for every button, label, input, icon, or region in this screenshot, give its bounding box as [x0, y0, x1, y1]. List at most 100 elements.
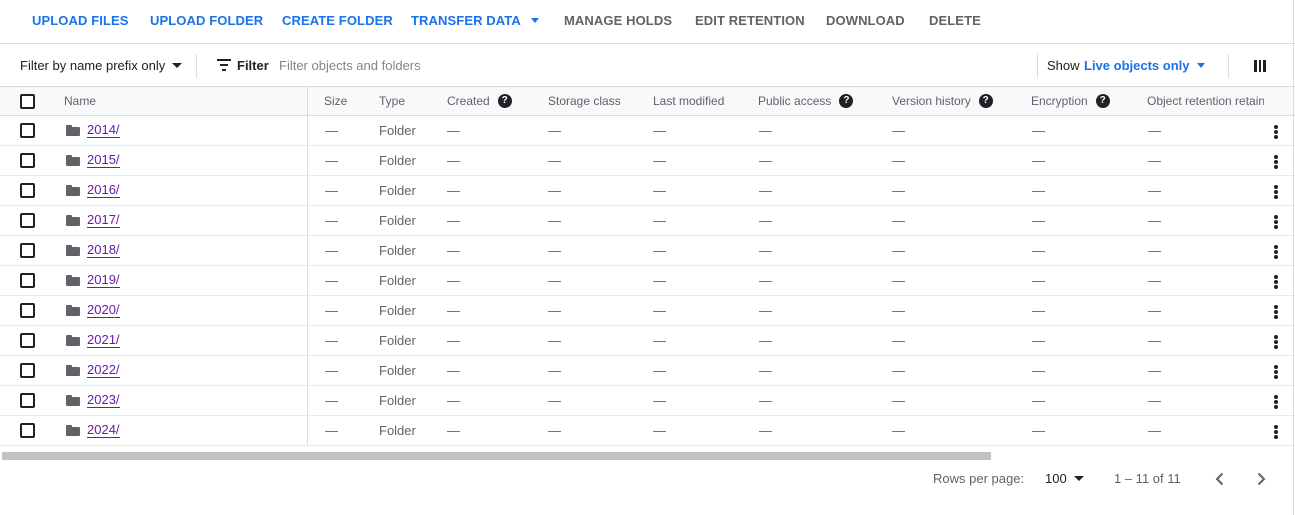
- public-access-cell: —: [759, 123, 772, 138]
- column-header-created-label: Created: [447, 94, 490, 108]
- help-icon[interactable]: ?: [497, 94, 512, 108]
- delete-button[interactable]: DELETE: [929, 13, 981, 28]
- row-checkbox[interactable]: [20, 423, 35, 438]
- row-checkbox[interactable]: [20, 333, 35, 348]
- more-actions-icon[interactable]: [1274, 305, 1278, 319]
- folder-name-link[interactable]: 2016/: [87, 183, 120, 198]
- column-header-name[interactable]: Name: [64, 94, 96, 108]
- scrollbar-thumb[interactable]: [2, 452, 991, 460]
- manage-holds-button[interactable]: MANAGE HOLDS: [564, 13, 672, 28]
- last-modified-cell: —: [653, 303, 666, 318]
- folder-name-link[interactable]: 2017/: [87, 213, 120, 228]
- folder-name-link[interactable]: 2014/: [87, 123, 120, 138]
- created-cell: —: [447, 393, 460, 408]
- column-header-encryption-label: Encryption: [1031, 94, 1088, 108]
- row-checkbox[interactable]: [20, 213, 35, 228]
- upload-files-button[interactable]: UPLOAD FILES: [32, 13, 129, 28]
- help-icon[interactable]: ?: [1095, 94, 1110, 108]
- more-actions-icon[interactable]: [1274, 395, 1278, 409]
- more-actions-icon[interactable]: [1274, 215, 1278, 229]
- row-checkbox[interactable]: [20, 243, 35, 258]
- folder-icon: [66, 245, 80, 256]
- table-row[interactable]: 2016/ — Folder — — — — — — —: [0, 176, 1295, 206]
- folder-name-link[interactable]: 2020/: [87, 303, 120, 318]
- horizontal-scrollbar[interactable]: [0, 452, 1295, 461]
- table-row[interactable]: 2020/ — Folder — — — — — — —: [0, 296, 1295, 326]
- filter-icon: [217, 59, 231, 71]
- row-checkbox[interactable]: [20, 273, 35, 288]
- column-header-object-retention[interactable]: Object retention retain: [1147, 94, 1264, 108]
- table-row[interactable]: 2021/ — Folder — — — — — — —: [0, 326, 1295, 356]
- table-row[interactable]: 2017/ — Folder — — — — — — —: [0, 206, 1295, 236]
- help-icon[interactable]: ?: [839, 94, 854, 108]
- folder-name-link[interactable]: 2021/: [87, 333, 120, 348]
- column-header-public-access[interactable]: Public access?: [758, 94, 854, 108]
- previous-page-button[interactable]: [1210, 469, 1230, 489]
- object-retention-cell: —: [1148, 393, 1161, 408]
- row-checkbox[interactable]: [20, 393, 35, 408]
- column-header-storage-class[interactable]: Storage class: [548, 94, 621, 108]
- row-checkbox[interactable]: [20, 303, 35, 318]
- create-folder-button[interactable]: CREATE FOLDER: [282, 13, 393, 28]
- prefix-filter-dropdown[interactable]: Filter by name prefix only: [20, 58, 183, 73]
- upload-folder-button[interactable]: UPLOAD FOLDER: [150, 13, 263, 28]
- column-header-type[interactable]: Type: [379, 94, 405, 108]
- last-modified-cell: —: [653, 153, 666, 168]
- row-checkbox[interactable]: [20, 363, 35, 378]
- more-actions-icon[interactable]: [1274, 185, 1278, 199]
- transfer-data-button[interactable]: TRANSFER DATA: [411, 13, 539, 28]
- size-cell: —: [325, 363, 338, 378]
- row-checkbox[interactable]: [20, 123, 35, 138]
- folder-icon: [66, 185, 80, 196]
- storage-class-cell: —: [548, 213, 561, 228]
- folder-name-link[interactable]: 2018/: [87, 243, 120, 258]
- more-actions-icon[interactable]: [1274, 155, 1278, 169]
- version-history-cell: —: [892, 363, 905, 378]
- table-row[interactable]: 2023/ — Folder — — — — — — —: [0, 386, 1295, 416]
- rows-per-page-select[interactable]: 100: [1045, 471, 1084, 486]
- table-row[interactable]: 2018/ — Folder — — — — — — —: [0, 236, 1295, 266]
- row-checkbox[interactable]: [20, 153, 35, 168]
- column-header-created[interactable]: Created?: [447, 94, 512, 108]
- last-modified-cell: —: [653, 333, 666, 348]
- type-cell: Folder: [379, 213, 416, 228]
- show-objects-dropdown[interactable]: Live objects only: [1084, 58, 1206, 73]
- public-access-cell: —: [759, 153, 772, 168]
- more-actions-icon[interactable]: [1274, 425, 1278, 439]
- public-access-cell: —: [759, 363, 772, 378]
- row-checkbox[interactable]: [20, 183, 35, 198]
- folder-name-link[interactable]: 2015/: [87, 153, 120, 168]
- download-button[interactable]: DOWNLOAD: [826, 13, 905, 28]
- more-actions-icon[interactable]: [1274, 335, 1278, 349]
- table-row[interactable]: 2022/ — Folder — — — — — — —: [0, 356, 1295, 386]
- folder-name-link[interactable]: 2023/: [87, 393, 120, 408]
- more-actions-icon[interactable]: [1274, 365, 1278, 379]
- folder-name-link[interactable]: 2022/: [87, 363, 120, 378]
- next-page-button[interactable]: [1251, 469, 1271, 489]
- table-row[interactable]: 2015/ — Folder — — — — — — —: [0, 146, 1295, 176]
- type-cell: Folder: [379, 393, 416, 408]
- column-header-last-modified[interactable]: Last modified: [653, 94, 724, 108]
- select-all-checkbox[interactable]: [20, 94, 35, 109]
- column-header-encryption[interactable]: Encryption?: [1031, 94, 1110, 108]
- table-row[interactable]: 2024/ — Folder — — — — — — —: [0, 416, 1295, 446]
- table-row[interactable]: 2019/ — Folder — — — — — — —: [0, 266, 1295, 296]
- encryption-cell: —: [1032, 333, 1045, 348]
- more-actions-icon[interactable]: [1274, 275, 1278, 289]
- last-modified-cell: —: [653, 123, 666, 138]
- folder-icon: [66, 275, 80, 286]
- created-cell: —: [447, 303, 460, 318]
- help-icon[interactable]: ?: [978, 94, 993, 108]
- folder-name-link[interactable]: 2019/: [87, 273, 120, 288]
- column-header-version-history[interactable]: Version history?: [892, 94, 993, 108]
- column-display-icon[interactable]: [1254, 60, 1267, 72]
- filter-input[interactable]: [279, 52, 879, 78]
- table-row[interactable]: 2014/ — Folder — — — — — — —: [0, 116, 1295, 146]
- column-header-size[interactable]: Size: [324, 94, 347, 108]
- more-actions-icon[interactable]: [1274, 125, 1278, 139]
- storage-class-cell: —: [548, 243, 561, 258]
- folder-name-link[interactable]: 2024/: [87, 423, 120, 438]
- object-retention-cell: —: [1148, 183, 1161, 198]
- more-actions-icon[interactable]: [1274, 245, 1278, 259]
- edit-retention-button[interactable]: EDIT RETENTION: [695, 13, 805, 28]
